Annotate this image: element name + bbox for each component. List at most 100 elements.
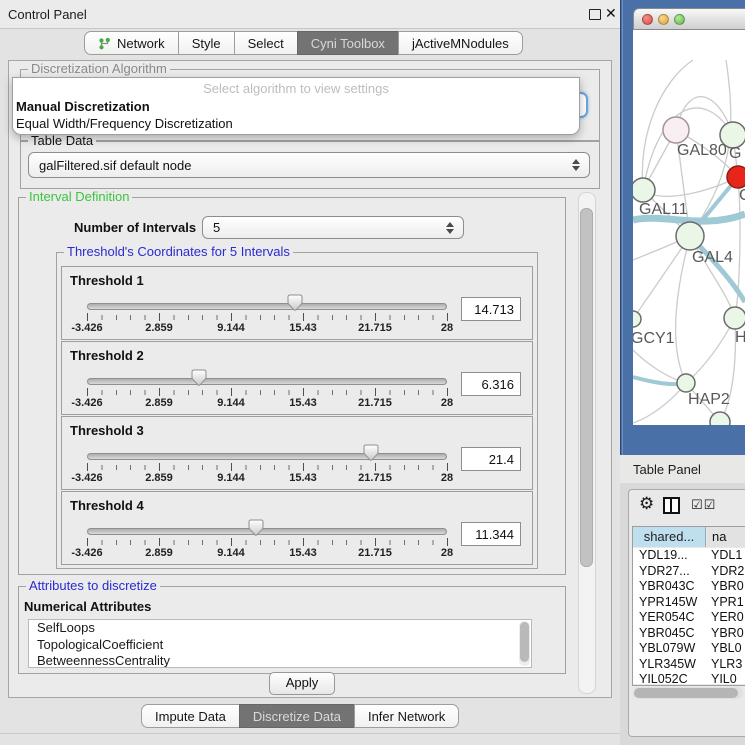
table-row[interactable]: YBL079WYBL0: [633, 641, 745, 657]
dropdown-option-equal-width-frequency[interactable]: Equal Width/Frequency Discretization: [16, 116, 233, 131]
table-row[interactable]: YBR045CYBR0: [633, 626, 745, 642]
slider-track[interactable]: [87, 453, 447, 460]
tab-impute-data[interactable]: Impute Data: [141, 704, 240, 728]
num-intervals-select[interactable]: 5: [202, 216, 464, 239]
tick-label: 15.43: [289, 472, 317, 484]
zoom-traffic-light-icon[interactable]: [674, 14, 685, 25]
network-node[interactable]: [633, 311, 641, 327]
panel-scrollbar-thumb[interactable]: [580, 208, 593, 567]
table-panel-title: Table Panel: [633, 462, 701, 477]
tab-label: Infer Network: [368, 709, 445, 724]
algorithm-dropdown-popup: Select algorithm to view settings Manual…: [12, 77, 580, 135]
threshold-value-field[interactable]: 6.316: [461, 372, 521, 396]
table-row[interactable]: YIL052CYIL0: [633, 672, 745, 684]
tick-label: 21.715: [358, 547, 392, 559]
attributes-scrollbar-thumb[interactable]: [520, 622, 529, 662]
apply-button[interactable]: Apply: [269, 672, 335, 695]
tab-network[interactable]: Network: [84, 31, 179, 55]
table-row[interactable]: YDL19...YDL1: [633, 548, 745, 564]
tick-label: -3.426: [71, 472, 102, 484]
table-row[interactable]: YDR27...YDR2: [633, 564, 745, 580]
tab-select[interactable]: Select: [234, 31, 298, 55]
tick-label: 28: [441, 397, 453, 409]
tab-jactivemnodules[interactable]: jActiveMNodules: [398, 31, 523, 55]
tab-label: Impute Data: [155, 709, 226, 724]
table-data-select[interactable]: galFiltered.sif default node: [28, 152, 590, 178]
threshold-label: Threshold 1: [70, 273, 144, 288]
float-panel-icon[interactable]: [589, 9, 601, 20]
attribute-item[interactable]: SelfLoops: [29, 620, 531, 637]
algorithm-group-label: Discretization Algorithm: [28, 62, 170, 75]
slider-thumb[interactable]: [191, 369, 207, 386]
table-row[interactable]: YER054CYER0: [633, 610, 745, 626]
close-icon[interactable]: ✕: [605, 5, 617, 22]
threshold-value-field[interactable]: 11.344: [461, 522, 521, 546]
node-label: H: [735, 329, 745, 346]
column-layout-icon[interactable]: [663, 497, 680, 514]
network-node[interactable]: [710, 412, 730, 425]
network-node[interactable]: [724, 307, 745, 329]
tick-label: -3.426: [71, 397, 102, 409]
column-header-shared-name[interactable]: shared...: [633, 527, 706, 547]
threshold-value-field[interactable]: 21.4: [461, 447, 521, 471]
tab-label: Style: [192, 36, 221, 51]
tick-label: 15.43: [289, 322, 317, 334]
table-data-group-label: Table Data: [28, 134, 96, 147]
network-node[interactable]: [677, 374, 695, 392]
tick-label: 21.715: [358, 472, 392, 484]
node-label: GAL4: [692, 249, 733, 266]
minimize-traffic-light-icon[interactable]: [658, 14, 669, 25]
attributes-list[interactable]: SelfLoopsTopologicalCoefficientBetweenne…: [28, 619, 532, 668]
slider-major-ticks: [87, 538, 447, 546]
attributes-group-label: Attributes to discretize: [26, 579, 160, 592]
node-label: C: [739, 187, 745, 204]
select-columns-icon[interactable]: ☑☑: [691, 497, 716, 513]
tab-infer-network[interactable]: Infer Network: [354, 704, 459, 728]
node-label: GCY1: [633, 330, 675, 347]
close-traffic-light-icon[interactable]: [642, 14, 653, 25]
slider-track[interactable]: [87, 378, 447, 385]
cyni-bottom-tabs: Impute Data Discretize Data Infer Networ…: [141, 704, 459, 728]
slider-track[interactable]: [87, 528, 447, 535]
tab-discretize-data[interactable]: Discretize Data: [239, 704, 355, 728]
slider-thumb[interactable]: [287, 294, 303, 311]
threshold-label: Threshold 2: [70, 348, 144, 363]
slider-track[interactable]: [87, 303, 447, 310]
combo-arrows-icon: [446, 222, 454, 234]
table-row[interactable]: YBR043CYBR0: [633, 579, 745, 595]
slider-thumb[interactable]: [248, 519, 264, 536]
tab-style[interactable]: Style: [178, 31, 235, 55]
table-row[interactable]: YLR345WYLR3: [633, 657, 745, 673]
num-intervals-value: 5: [213, 220, 220, 235]
control-panel-titlebar: [0, 0, 620, 29]
slider-tick-labels: -3.4262.8599.14415.4321.71528: [87, 472, 447, 484]
tick-label: -3.426: [71, 547, 102, 559]
attribute-item[interactable]: TopologicalCoefficient: [29, 637, 531, 654]
gear-icon[interactable]: ⚙: [639, 494, 654, 514]
network-canvas[interactable]: GAL80GCGAL11GAL4HGCY1HAP2: [633, 30, 745, 425]
threshold-4-panel: Threshold 4 -3.4262.8599.14415.4321.7152…: [61, 491, 533, 565]
attribute-item[interactable]: BetweennessCentrality: [29, 653, 531, 668]
dropdown-option-manual-discretization[interactable]: Manual Discretization: [16, 99, 150, 114]
tick-label: 21.715: [358, 397, 392, 409]
node-label: G: [729, 145, 741, 162]
tick-label: 28: [441, 547, 453, 559]
network-node[interactable]: [633, 178, 655, 202]
network-node[interactable]: [663, 117, 689, 143]
tick-label: 2.859: [145, 547, 173, 559]
tab-label: jActiveMNodules: [412, 36, 509, 51]
node-label: HAP2: [688, 391, 730, 408]
table-rows: YDL19...YDL1YDR27...YDR2YBR043CYBR0YPR14…: [633, 548, 745, 684]
thresholds-group-label: Threshold's Coordinates for 5 Intervals: [64, 245, 293, 258]
tick-label: 9.144: [217, 547, 245, 559]
slider-thumb[interactable]: [363, 444, 379, 461]
application-window: Control Panel ✕ Network Style Select Cyn…: [0, 0, 745, 745]
table-hscrollbar-thumb[interactable]: [634, 688, 738, 698]
tab-cyni-toolbox[interactable]: Cyni Toolbox: [297, 31, 399, 55]
table-row[interactable]: YPR145WYPR1: [633, 595, 745, 611]
network-node[interactable]: [727, 166, 745, 188]
network-node[interactable]: [676, 222, 704, 250]
network-window-titlebar[interactable]: [633, 8, 745, 30]
column-header-name[interactable]: na: [707, 527, 745, 547]
threshold-value-field[interactable]: 14.713: [461, 297, 521, 321]
